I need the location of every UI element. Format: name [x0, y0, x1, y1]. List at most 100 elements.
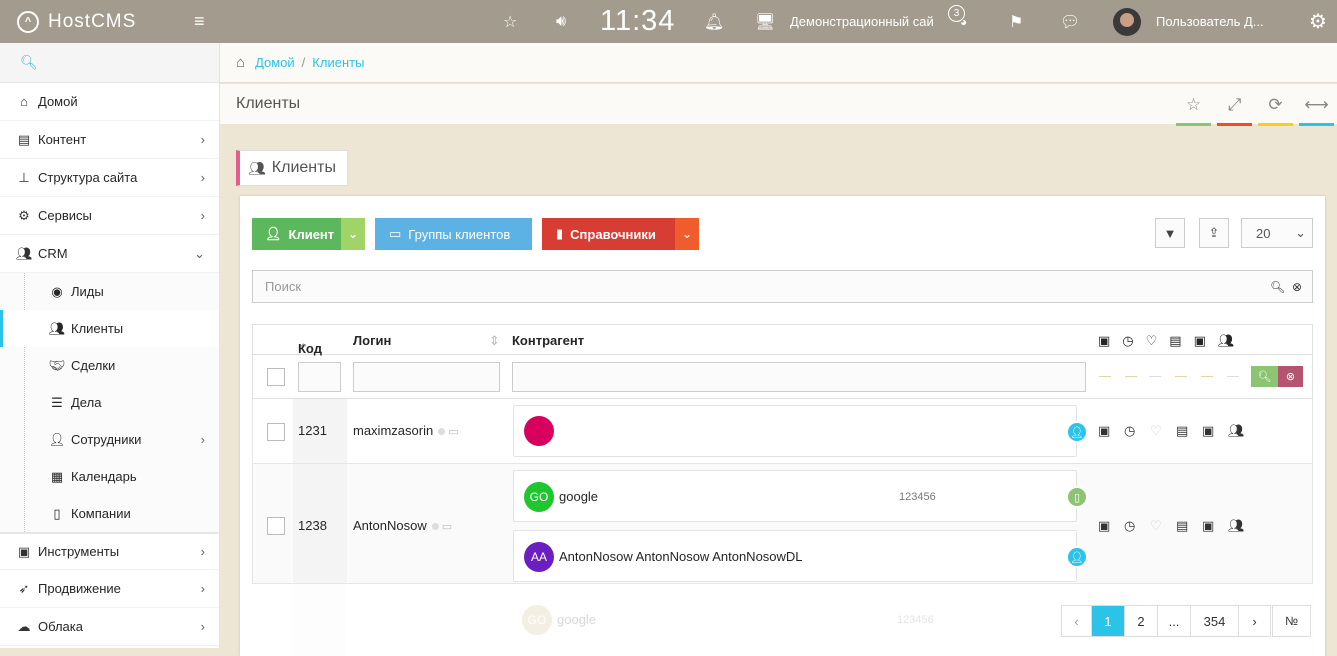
flag-icon[interactable]: ⚑ [1009, 0, 1023, 43]
bell-icon[interactable]: 🔔︎ [704, 0, 724, 43]
volume-icon[interactable]: 🔊︎ [556, 0, 566, 43]
select-all-checkbox[interactable] [267, 368, 285, 386]
sidebar-item-leads[interactable]: ◉ Лиды [0, 273, 219, 310]
basket-icon[interactable]: ▤ [1176, 423, 1202, 439]
gear-icon[interactable]: ⚙ [1309, 0, 1327, 43]
row-checkbox[interactable] [267, 517, 285, 535]
col-login[interactable]: Логин [353, 333, 391, 348]
client-login[interactable]: maximzasorin ▭ [353, 423, 459, 438]
filter-contractor-input[interactable] [512, 362, 1086, 392]
chat-icon[interactable]: 💬︎ [1060, 0, 1080, 43]
sidebar-item-tools[interactable]: ▣ Инструменты › [0, 532, 219, 570]
table-row[interactable]: 1231 maximzasorin ▭ 👤︎ ▣ ◷ ♡ ▤ ▣ 👥︎ [252, 399, 1313, 464]
site-selector[interactable]: Демонстрационный сай [790, 0, 934, 43]
breadcrumb-current[interactable]: Клиенты [312, 55, 364, 70]
references-button[interactable]: ▮ Справочники ⌄ [542, 218, 699, 250]
basket-icon[interactable]: ▤ [1176, 518, 1202, 534]
references-dropdown-toggle[interactable]: ⌄ [675, 218, 699, 250]
users-icon: 👥︎ [16, 245, 33, 261]
sidebar-item-crm[interactable]: 👥︎ CRM ⌄ [0, 235, 219, 273]
prev-page-button[interactable]: ‹ [1062, 606, 1092, 636]
cloud-icon: ☁ [17, 618, 31, 634]
sidebar-item-label: CRM [38, 246, 68, 261]
brand-logo[interactable]: ^ HostCMS [17, 0, 136, 43]
tab-clients[interactable]: 👥︎ Клиенты [236, 150, 348, 186]
speedometer-icon[interactable]: ◕ [960, 0, 967, 43]
sidebar-item-calendar[interactable]: ▦ Календарь [0, 458, 219, 495]
users-icon[interactable]: 👥︎ [1228, 518, 1254, 534]
sidebar-item-home[interactable]: ⌂ Домой [0, 83, 219, 121]
lightbulb-icon[interactable]: ♡ [1150, 423, 1176, 439]
page-last-button[interactable]: 354 [1191, 606, 1239, 636]
fullscreen-icon[interactable]: ⤢ [1214, 84, 1255, 126]
clock-icon[interactable]: ◷ [1124, 423, 1150, 439]
sidebar-item-employees[interactable]: 👤︎ Сотрудники › [0, 421, 219, 458]
export-button[interactable]: ⇪ [1199, 218, 1229, 248]
clear-filter-button[interactable]: ⊗ [1278, 366, 1303, 387]
sidebar-item-label: Структура сайта [38, 170, 138, 185]
code-cell-bg [292, 584, 346, 656]
sidebar-item-structure[interactable]: ⊥ Структура сайта › [0, 159, 219, 197]
add-client-button[interactable]: 👤︎ Клиент ⌄ [252, 218, 365, 250]
collapse-width-icon[interactable]: ⟷ [1296, 84, 1337, 126]
sidebar-item-promotion[interactable]: ➶ Продвижение › [0, 570, 219, 608]
sidebar-item-clouds[interactable]: ☁ Облака › [0, 608, 219, 646]
chevron-right-icon: › [200, 581, 205, 596]
search-input[interactable]: Поиск 🔍︎ ⊗ [252, 270, 1313, 303]
next-page-button[interactable]: › [1239, 606, 1270, 636]
page-2-button[interactable]: 2 [1125, 606, 1158, 636]
filter-dash [1227, 376, 1239, 377]
filter-dash [1099, 376, 1111, 377]
contact-icon[interactable]: ▣ [1098, 423, 1124, 439]
home-icon: ⌂ [236, 54, 246, 71]
user-avatar[interactable] [1113, 0, 1141, 43]
sort-icon[interactable]: ⇕ [489, 333, 500, 349]
filter-button[interactable]: ▼ [1155, 218, 1185, 248]
clear-icon[interactable]: ⊗ [1292, 280, 1302, 294]
table-row[interactable]: 1238 AntonNosow ▭ GO google 123456 ▯ AA A… [252, 464, 1313, 584]
col-contractor[interactable]: Контрагент [512, 333, 584, 348]
sidebar-item-companies[interactable]: ▯ Компании [0, 495, 219, 532]
client-groups-button[interactable]: ▭ Группы клиентов [375, 218, 532, 250]
menu-toggle-icon[interactable]: ≡ [194, 0, 205, 43]
contractor-number: 123456 [899, 491, 936, 503]
user-name[interactable]: Пользователь Д... [1156, 0, 1264, 43]
row-actions: ▣ ◷ ♡ ▤ ▣ 👥︎ [1098, 423, 1254, 439]
sidebar-item-content[interactable]: ▤ Контент › [0, 121, 219, 159]
sidebar-item-deals[interactable]: 🤝︎ Сделки [0, 347, 219, 384]
contractor-card[interactable]: GO google 123456 ▯ [513, 470, 1088, 522]
chevron-right-icon: › [200, 544, 205, 559]
page-1-button[interactable]: 1 [1092, 606, 1125, 636]
clock-icon[interactable]: ◷ [1124, 518, 1150, 534]
chevron-right-icon: › [200, 432, 205, 447]
search-icon[interactable]: 🔍︎ [1270, 280, 1285, 294]
breadcrumb-home[interactable]: Домой [255, 55, 295, 70]
close-icon: ⊗ [1285, 371, 1296, 383]
client-dropdown-toggle[interactable]: ⌄ [341, 218, 365, 250]
sidebar-item-clients[interactable]: 👥︎ Клиенты [0, 310, 219, 347]
contractor-card[interactable]: 👤︎ [513, 405, 1088, 457]
refresh-icon[interactable]: ⟳ [1255, 84, 1296, 126]
lightbulb-icon[interactable]: ♡ [1150, 518, 1176, 534]
money-icon[interactable]: ▣ [1202, 518, 1228, 534]
sidebar-item-tasks[interactable]: ☰ Дела [0, 384, 219, 421]
money-icon[interactable]: ▣ [1202, 423, 1228, 439]
bookmark-star-icon[interactable]: ☆ [1173, 84, 1214, 126]
goto-page-button[interactable]: № [1272, 605, 1311, 637]
sidebar-item-services[interactable]: ⚙ Сервисы › [0, 197, 219, 235]
apply-filter-button[interactable]: 🔍︎ [1251, 366, 1278, 387]
monitor-icon[interactable]: 🖥︎ [755, 0, 775, 43]
user-icon: 👤︎ [48, 431, 66, 447]
filter-code-input[interactable] [298, 362, 341, 392]
sidebar-search[interactable]: 🔍︎ [0, 43, 219, 83]
users-icon[interactable]: 👥︎ [1228, 423, 1254, 439]
sidebar-item-label: Сделки [71, 358, 116, 373]
row-checkbox[interactable] [267, 423, 285, 441]
per-page-select[interactable]: 20 ⌄ [1241, 218, 1313, 248]
client-login[interactable]: AntonNosow ▭ [353, 518, 452, 533]
star-icon[interactable]: ☆ [503, 0, 517, 43]
client-code: 1231 [298, 423, 327, 438]
contact-icon[interactable]: ▣ [1098, 518, 1124, 534]
contractor-card[interactable]: AA AntonNosow AntonNosow AntonNosowDL 👤︎ [513, 530, 1088, 582]
filter-login-input[interactable] [353, 362, 500, 392]
